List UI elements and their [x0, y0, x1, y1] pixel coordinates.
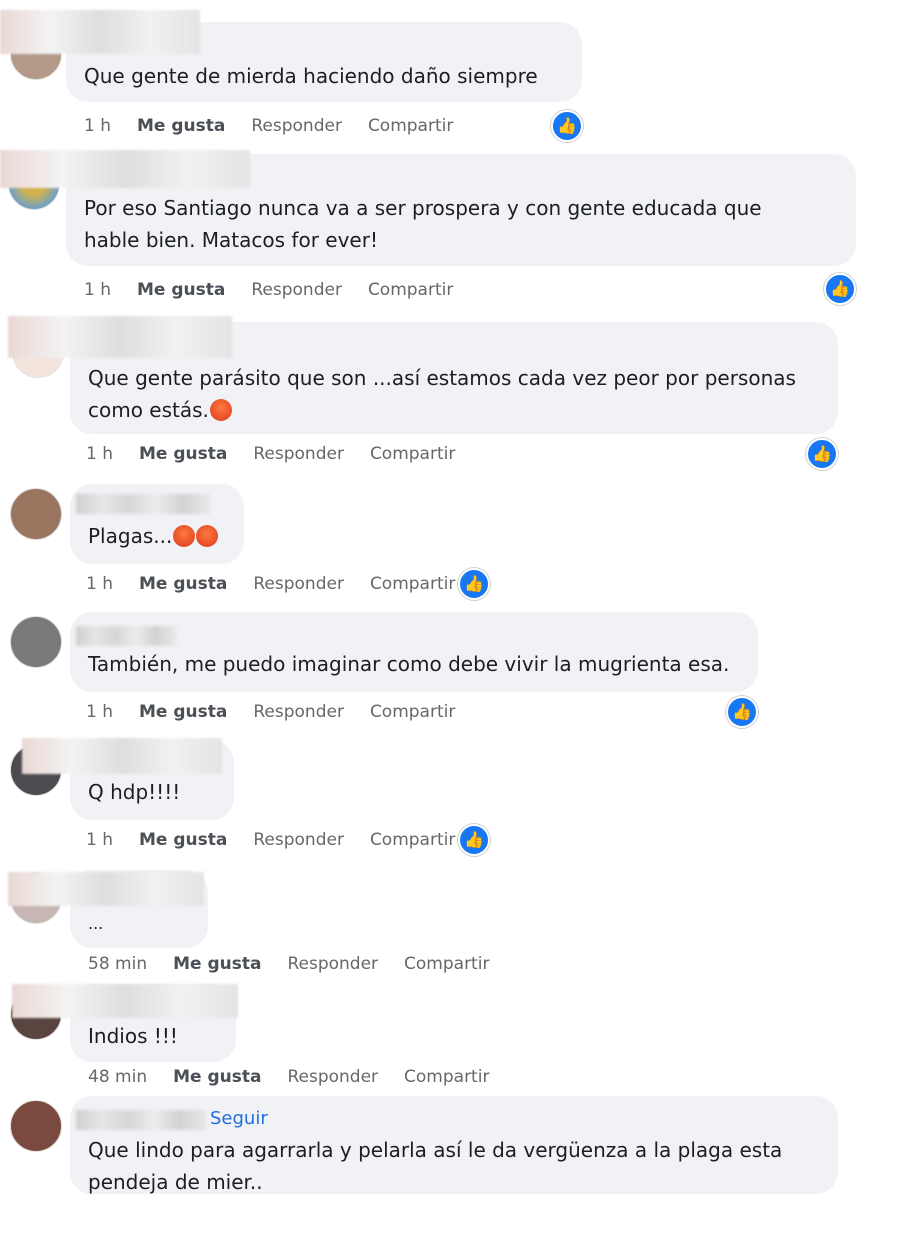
- share-button[interactable]: Compartir: [368, 280, 453, 300]
- blurred-name: [12, 984, 238, 1018]
- thumbs-up-icon[interactable]: 👍: [806, 438, 838, 470]
- blurred-name: [76, 494, 210, 514]
- reply-button[interactable]: Responder: [251, 116, 342, 136]
- thumbs-up-icon[interactable]: 👍: [726, 696, 758, 728]
- timestamp[interactable]: 1 h: [86, 702, 113, 722]
- like-button[interactable]: Me gusta: [139, 830, 227, 850]
- like-button[interactable]: Me gusta: [137, 280, 225, 300]
- comment-text: Por eso Santiago nunca va a ser prospera…: [84, 196, 762, 252]
- comment-text: Que gente parásito que son ...así estamo…: [88, 362, 796, 426]
- follow-link[interactable]: Seguir: [210, 1108, 268, 1129]
- share-button[interactable]: Compartir: [404, 1067, 489, 1087]
- comment-text: También, me puedo imaginar como debe viv…: [88, 652, 730, 676]
- comment-text-content: Que gente parásito que son ...así estamo…: [88, 366, 796, 422]
- comment-text: Que gente de mierda haciendo daño siempr…: [84, 64, 538, 88]
- thumbs-up-icon[interactable]: 👍: [458, 824, 490, 856]
- reply-button[interactable]: Responder: [253, 702, 344, 722]
- like-button[interactable]: Me gusta: [173, 1067, 261, 1087]
- comment-text: Q hdp!!!!: [88, 780, 181, 804]
- like-button[interactable]: Me gusta: [137, 116, 225, 136]
- avatar[interactable]: [10, 1100, 62, 1152]
- timestamp[interactable]: 1 h: [86, 830, 113, 850]
- avatar[interactable]: [10, 488, 62, 540]
- comment-actions: 58 min Me gusta Responder Compartir: [88, 954, 515, 974]
- share-button[interactable]: Compartir: [370, 830, 455, 850]
- timestamp[interactable]: 1 h: [84, 116, 111, 136]
- cursing-face-icon: [196, 524, 219, 547]
- avatar[interactable]: [10, 616, 62, 668]
- timestamp[interactable]: 48 min: [88, 1067, 147, 1087]
- like-button[interactable]: Me gusta: [139, 444, 227, 464]
- timestamp[interactable]: 1 h: [84, 280, 111, 300]
- blurred-name: [76, 1110, 206, 1130]
- share-button[interactable]: Compartir: [368, 116, 453, 136]
- comment-text: Plagas...: [88, 520, 219, 552]
- comment-actions: 1 h Me gusta Responder Compartir: [86, 574, 481, 594]
- like-button[interactable]: Me gusta: [173, 954, 261, 974]
- blurred-name: [22, 738, 222, 774]
- thumbs-up-icon[interactable]: 👍: [458, 568, 490, 600]
- thumbs-up-icon[interactable]: 👍: [824, 273, 856, 305]
- blurred-name: [0, 150, 250, 188]
- blurred-name: [0, 10, 200, 54]
- timestamp[interactable]: 58 min: [88, 954, 147, 974]
- reply-button[interactable]: Responder: [287, 954, 378, 974]
- share-button[interactable]: Compartir: [370, 574, 455, 594]
- like-button[interactable]: Me gusta: [139, 702, 227, 722]
- thumbs-up-icon[interactable]: 👍: [551, 110, 583, 142]
- reply-button[interactable]: Responder: [251, 280, 342, 300]
- reply-button[interactable]: Responder: [287, 1067, 378, 1087]
- share-button[interactable]: Compartir: [404, 954, 489, 974]
- reply-button[interactable]: Responder: [253, 574, 344, 594]
- comment-actions: 1 h Me gusta Responder Compartir: [84, 116, 479, 136]
- blurred-name: [76, 626, 176, 646]
- timestamp[interactable]: 1 h: [86, 444, 113, 464]
- angry-face-icon: [209, 398, 232, 421]
- comment-text: Indios !!!: [88, 1024, 178, 1048]
- comment-actions: 1 h Me gusta Responder Compartir: [86, 830, 481, 850]
- reply-button[interactable]: Responder: [253, 444, 344, 464]
- comment-actions: 1 h Me gusta Responder Compartir: [86, 702, 481, 722]
- like-button[interactable]: Me gusta: [139, 574, 227, 594]
- comment-actions: 1 h Me gusta Responder Compartir: [86, 444, 481, 464]
- share-button[interactable]: Compartir: [370, 702, 455, 722]
- cursing-face-icon: [173, 524, 196, 547]
- comment-text: Que lindo para agarrarla y pelarla así l…: [88, 1138, 783, 1194]
- share-button[interactable]: Compartir: [370, 444, 455, 464]
- comment-text-content: Plagas...: [88, 524, 173, 548]
- comment-actions: 1 h Me gusta Responder Compartir: [84, 280, 479, 300]
- comment-actions: 48 min Me gusta Responder Compartir: [88, 1067, 515, 1087]
- blurred-name: [8, 316, 232, 358]
- comment-text: ...: [88, 914, 104, 933]
- reply-button[interactable]: Responder: [253, 830, 344, 850]
- blurred-name: [8, 872, 204, 906]
- timestamp[interactable]: 1 h: [86, 574, 113, 594]
